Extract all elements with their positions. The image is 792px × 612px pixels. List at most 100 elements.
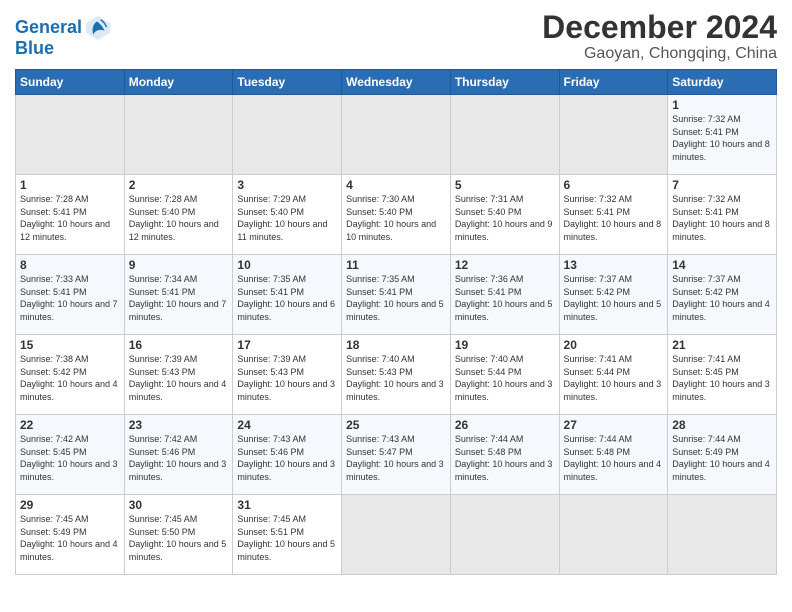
- day-number: 14: [672, 258, 772, 272]
- day-number: 19: [455, 338, 555, 352]
- day-info: Sunrise: 7:37 AMSunset: 5:42 PMDaylight:…: [672, 273, 772, 323]
- calendar-cell: 8Sunrise: 7:33 AMSunset: 5:41 PMDaylight…: [16, 255, 125, 335]
- page-container: General Blue December 2024 Gaoyan, Chong…: [0, 0, 792, 585]
- day-info: Sunrise: 7:36 AMSunset: 5:41 PMDaylight:…: [455, 273, 555, 323]
- calendar-cell: 29Sunrise: 7:45 AMSunset: 5:49 PMDayligh…: [16, 495, 125, 575]
- calendar-cell: 1Sunrise: 7:28 AMSunset: 5:41 PMDaylight…: [16, 175, 125, 255]
- calendar-cell: 14Sunrise: 7:37 AMSunset: 5:42 PMDayligh…: [668, 255, 777, 335]
- calendar-cell: 5Sunrise: 7:31 AMSunset: 5:40 PMDaylight…: [450, 175, 559, 255]
- location-title: Gaoyan, Chongqing, China: [542, 45, 777, 63]
- logo-text: General: [15, 18, 82, 38]
- calendar-cell: 18Sunrise: 7:40 AMSunset: 5:43 PMDayligh…: [342, 335, 451, 415]
- day-info: Sunrise: 7:28 AMSunset: 5:40 PMDaylight:…: [129, 193, 229, 243]
- header: General Blue December 2024 Gaoyan, Chong…: [15, 10, 777, 63]
- calendar-cell: 31Sunrise: 7:45 AMSunset: 5:51 PMDayligh…: [233, 495, 342, 575]
- calendar-cell: 17Sunrise: 7:39 AMSunset: 5:43 PMDayligh…: [233, 335, 342, 415]
- calendar-cell: 27Sunrise: 7:44 AMSunset: 5:48 PMDayligh…: [559, 415, 668, 495]
- day-number: 17: [237, 338, 337, 352]
- calendar-cell: 15Sunrise: 7:38 AMSunset: 5:42 PMDayligh…: [16, 335, 125, 415]
- calendar-cell: 25Sunrise: 7:43 AMSunset: 5:47 PMDayligh…: [342, 415, 451, 495]
- day-number: 18: [346, 338, 446, 352]
- calendar-cell: [668, 495, 777, 575]
- day-number: 1: [20, 178, 120, 192]
- month-title: December 2024: [542, 10, 777, 45]
- calendar-cell: [450, 495, 559, 575]
- day-number: 28: [672, 418, 772, 432]
- calendar-cell: 7Sunrise: 7:32 AMSunset: 5:41 PMDaylight…: [668, 175, 777, 255]
- day-info: Sunrise: 7:34 AMSunset: 5:41 PMDaylight:…: [129, 273, 229, 323]
- calendar-cell: 6Sunrise: 7:32 AMSunset: 5:41 PMDaylight…: [559, 175, 668, 255]
- day-info: Sunrise: 7:44 AMSunset: 5:48 PMDaylight:…: [564, 433, 664, 483]
- day-info: Sunrise: 7:40 AMSunset: 5:44 PMDaylight:…: [455, 353, 555, 403]
- day-number: 13: [564, 258, 664, 272]
- day-number: 20: [564, 338, 664, 352]
- day-info: Sunrise: 7:40 AMSunset: 5:43 PMDaylight:…: [346, 353, 446, 403]
- day-info: Sunrise: 7:32 AMSunset: 5:41 PMDaylight:…: [564, 193, 664, 243]
- day-number: 1: [672, 98, 772, 112]
- calendar-cell: 23Sunrise: 7:42 AMSunset: 5:46 PMDayligh…: [124, 415, 233, 495]
- logo: General Blue: [15, 14, 112, 59]
- day-info: Sunrise: 7:37 AMSunset: 5:42 PMDaylight:…: [564, 273, 664, 323]
- calendar-cell: 4Sunrise: 7:30 AMSunset: 5:40 PMDaylight…: [342, 175, 451, 255]
- day-number: 27: [564, 418, 664, 432]
- calendar-cell: [450, 95, 559, 175]
- logo-icon: [84, 14, 112, 42]
- day-number: 12: [455, 258, 555, 272]
- day-info: Sunrise: 7:35 AMSunset: 5:41 PMDaylight:…: [237, 273, 337, 323]
- day-number: 25: [346, 418, 446, 432]
- day-number: 29: [20, 498, 120, 512]
- day-info: Sunrise: 7:38 AMSunset: 5:42 PMDaylight:…: [20, 353, 120, 403]
- day-info: Sunrise: 7:45 AMSunset: 5:51 PMDaylight:…: [237, 513, 337, 563]
- calendar-cell: 16Sunrise: 7:39 AMSunset: 5:43 PMDayligh…: [124, 335, 233, 415]
- day-number: 9: [129, 258, 229, 272]
- day-number: 24: [237, 418, 337, 432]
- day-info: Sunrise: 7:33 AMSunset: 5:41 PMDaylight:…: [20, 273, 120, 323]
- calendar-table: SundayMondayTuesdayWednesdayThursdayFrid…: [15, 69, 777, 575]
- calendar-cell: [342, 495, 451, 575]
- calendar-cell: 1Sunrise: 7:32 AMSunset: 5:41 PMDaylight…: [668, 95, 777, 175]
- day-info: Sunrise: 7:44 AMSunset: 5:49 PMDaylight:…: [672, 433, 772, 483]
- day-info: Sunrise: 7:43 AMSunset: 5:47 PMDaylight:…: [346, 433, 446, 483]
- day-number: 4: [346, 178, 446, 192]
- calendar-cell: 20Sunrise: 7:41 AMSunset: 5:44 PMDayligh…: [559, 335, 668, 415]
- day-info: Sunrise: 7:32 AMSunset: 5:41 PMDaylight:…: [672, 193, 772, 243]
- day-number: 21: [672, 338, 772, 352]
- day-info: Sunrise: 7:41 AMSunset: 5:45 PMDaylight:…: [672, 353, 772, 403]
- weekday-header: Tuesday: [233, 70, 342, 95]
- day-info: Sunrise: 7:29 AMSunset: 5:40 PMDaylight:…: [237, 193, 337, 243]
- calendar-cell: 13Sunrise: 7:37 AMSunset: 5:42 PMDayligh…: [559, 255, 668, 335]
- weekday-header: Saturday: [668, 70, 777, 95]
- calendar-cell: [559, 95, 668, 175]
- calendar-cell: 9Sunrise: 7:34 AMSunset: 5:41 PMDaylight…: [124, 255, 233, 335]
- day-number: 10: [237, 258, 337, 272]
- day-info: Sunrise: 7:43 AMSunset: 5:46 PMDaylight:…: [237, 433, 337, 483]
- day-info: Sunrise: 7:39 AMSunset: 5:43 PMDaylight:…: [129, 353, 229, 403]
- calendar-cell: 2Sunrise: 7:28 AMSunset: 5:40 PMDaylight…: [124, 175, 233, 255]
- day-info: Sunrise: 7:31 AMSunset: 5:40 PMDaylight:…: [455, 193, 555, 243]
- calendar-cell: 19Sunrise: 7:40 AMSunset: 5:44 PMDayligh…: [450, 335, 559, 415]
- weekday-header: Friday: [559, 70, 668, 95]
- day-info: Sunrise: 7:42 AMSunset: 5:45 PMDaylight:…: [20, 433, 120, 483]
- day-number: 16: [129, 338, 229, 352]
- weekday-header: Monday: [124, 70, 233, 95]
- calendar-cell: 21Sunrise: 7:41 AMSunset: 5:45 PMDayligh…: [668, 335, 777, 415]
- day-number: 15: [20, 338, 120, 352]
- day-number: 22: [20, 418, 120, 432]
- day-number: 30: [129, 498, 229, 512]
- calendar-cell: [124, 95, 233, 175]
- day-number: 2: [129, 178, 229, 192]
- weekday-header: Sunday: [16, 70, 125, 95]
- day-number: 8: [20, 258, 120, 272]
- day-number: 31: [237, 498, 337, 512]
- day-number: 3: [237, 178, 337, 192]
- day-info: Sunrise: 7:45 AMSunset: 5:50 PMDaylight:…: [129, 513, 229, 563]
- calendar-cell: 28Sunrise: 7:44 AMSunset: 5:49 PMDayligh…: [668, 415, 777, 495]
- day-info: Sunrise: 7:45 AMSunset: 5:49 PMDaylight:…: [20, 513, 120, 563]
- day-info: Sunrise: 7:30 AMSunset: 5:40 PMDaylight:…: [346, 193, 446, 243]
- calendar-cell: 3Sunrise: 7:29 AMSunset: 5:40 PMDaylight…: [233, 175, 342, 255]
- title-area: December 2024 Gaoyan, Chongqing, China: [542, 10, 777, 63]
- weekday-header: Thursday: [450, 70, 559, 95]
- calendar-cell: [342, 95, 451, 175]
- day-info: Sunrise: 7:35 AMSunset: 5:41 PMDaylight:…: [346, 273, 446, 323]
- calendar-cell: [559, 495, 668, 575]
